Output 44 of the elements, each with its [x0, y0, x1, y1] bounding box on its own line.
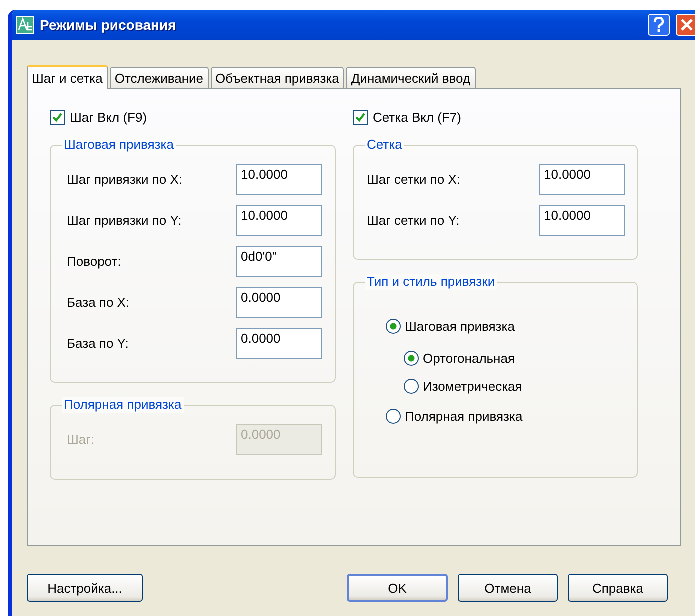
field-label: База по X: [67, 295, 131, 310]
input-field[interactable]: 10.0000 [236, 164, 322, 195]
field-label: Шаг сетки по Y: [367, 213, 461, 228]
field-label: Шаг привязки по X: [67, 172, 184, 187]
radio-button[interactable] [386, 318, 401, 334]
input-field[interactable]: 0d0'0" [236, 246, 322, 277]
radio-button[interactable] [386, 408, 401, 424]
radio-label: Изометрическая [423, 378, 522, 394]
input-field[interactable]: 10.0000 [539, 205, 625, 236]
radio-label: Шаговая привязка [405, 318, 515, 334]
tab[interactable]: Объектная привязка [210, 67, 344, 88]
radio-label: Полярная привязка [405, 408, 523, 424]
group-title: Шаговая привязка [62, 137, 176, 153]
field-label: Шаг привязки по Y: [67, 213, 183, 228]
checkbox-label: Сетка Вкл (F7) [373, 110, 462, 124]
group-title: Тип и стиль привязки [365, 274, 498, 290]
field-label: Поворот: [67, 254, 122, 269]
tab[interactable]: Шаг и сетка [27, 65, 108, 89]
drafting-icon [16, 16, 34, 34]
group-title: Полярная привязка [62, 397, 184, 413]
input-field[interactable]: 10.0000 [236, 205, 322, 236]
dialog-button[interactable]: Справка [568, 574, 668, 602]
checkbox-label: Шаг Вкл (F9) [70, 110, 148, 124]
dialog-button[interactable]: Настройка... [27, 574, 143, 602]
input-field[interactable]: 10.0000 [539, 164, 625, 195]
radio-label: Ортогональная [423, 350, 515, 366]
help-button[interactable] [648, 14, 670, 36]
field-label: Шаг сетки по X: [367, 172, 462, 187]
radio-button[interactable] [404, 378, 419, 394]
field-label: База по Y: [67, 336, 130, 351]
help-icon [653, 17, 665, 33]
input-field[interactable]: 0.0000 [236, 287, 322, 318]
close-button[interactable] [676, 14, 695, 36]
dialog-button[interactable]: Отмена [458, 574, 558, 602]
checkbox[interactable] [353, 110, 368, 124]
checkbox[interactable] [50, 110, 65, 124]
field-label: Шаг: [67, 432, 96, 447]
window-title: Режимы рисования [40, 17, 178, 33]
dialog-button[interactable]: OK [347, 574, 448, 602]
close-icon [680, 18, 694, 32]
radio-button[interactable] [404, 350, 419, 366]
tab[interactable]: Динамический ввод [346, 67, 476, 88]
input-field[interactable]: 0.0000 [236, 328, 322, 359]
tab[interactable]: Отслеживание [110, 67, 209, 88]
